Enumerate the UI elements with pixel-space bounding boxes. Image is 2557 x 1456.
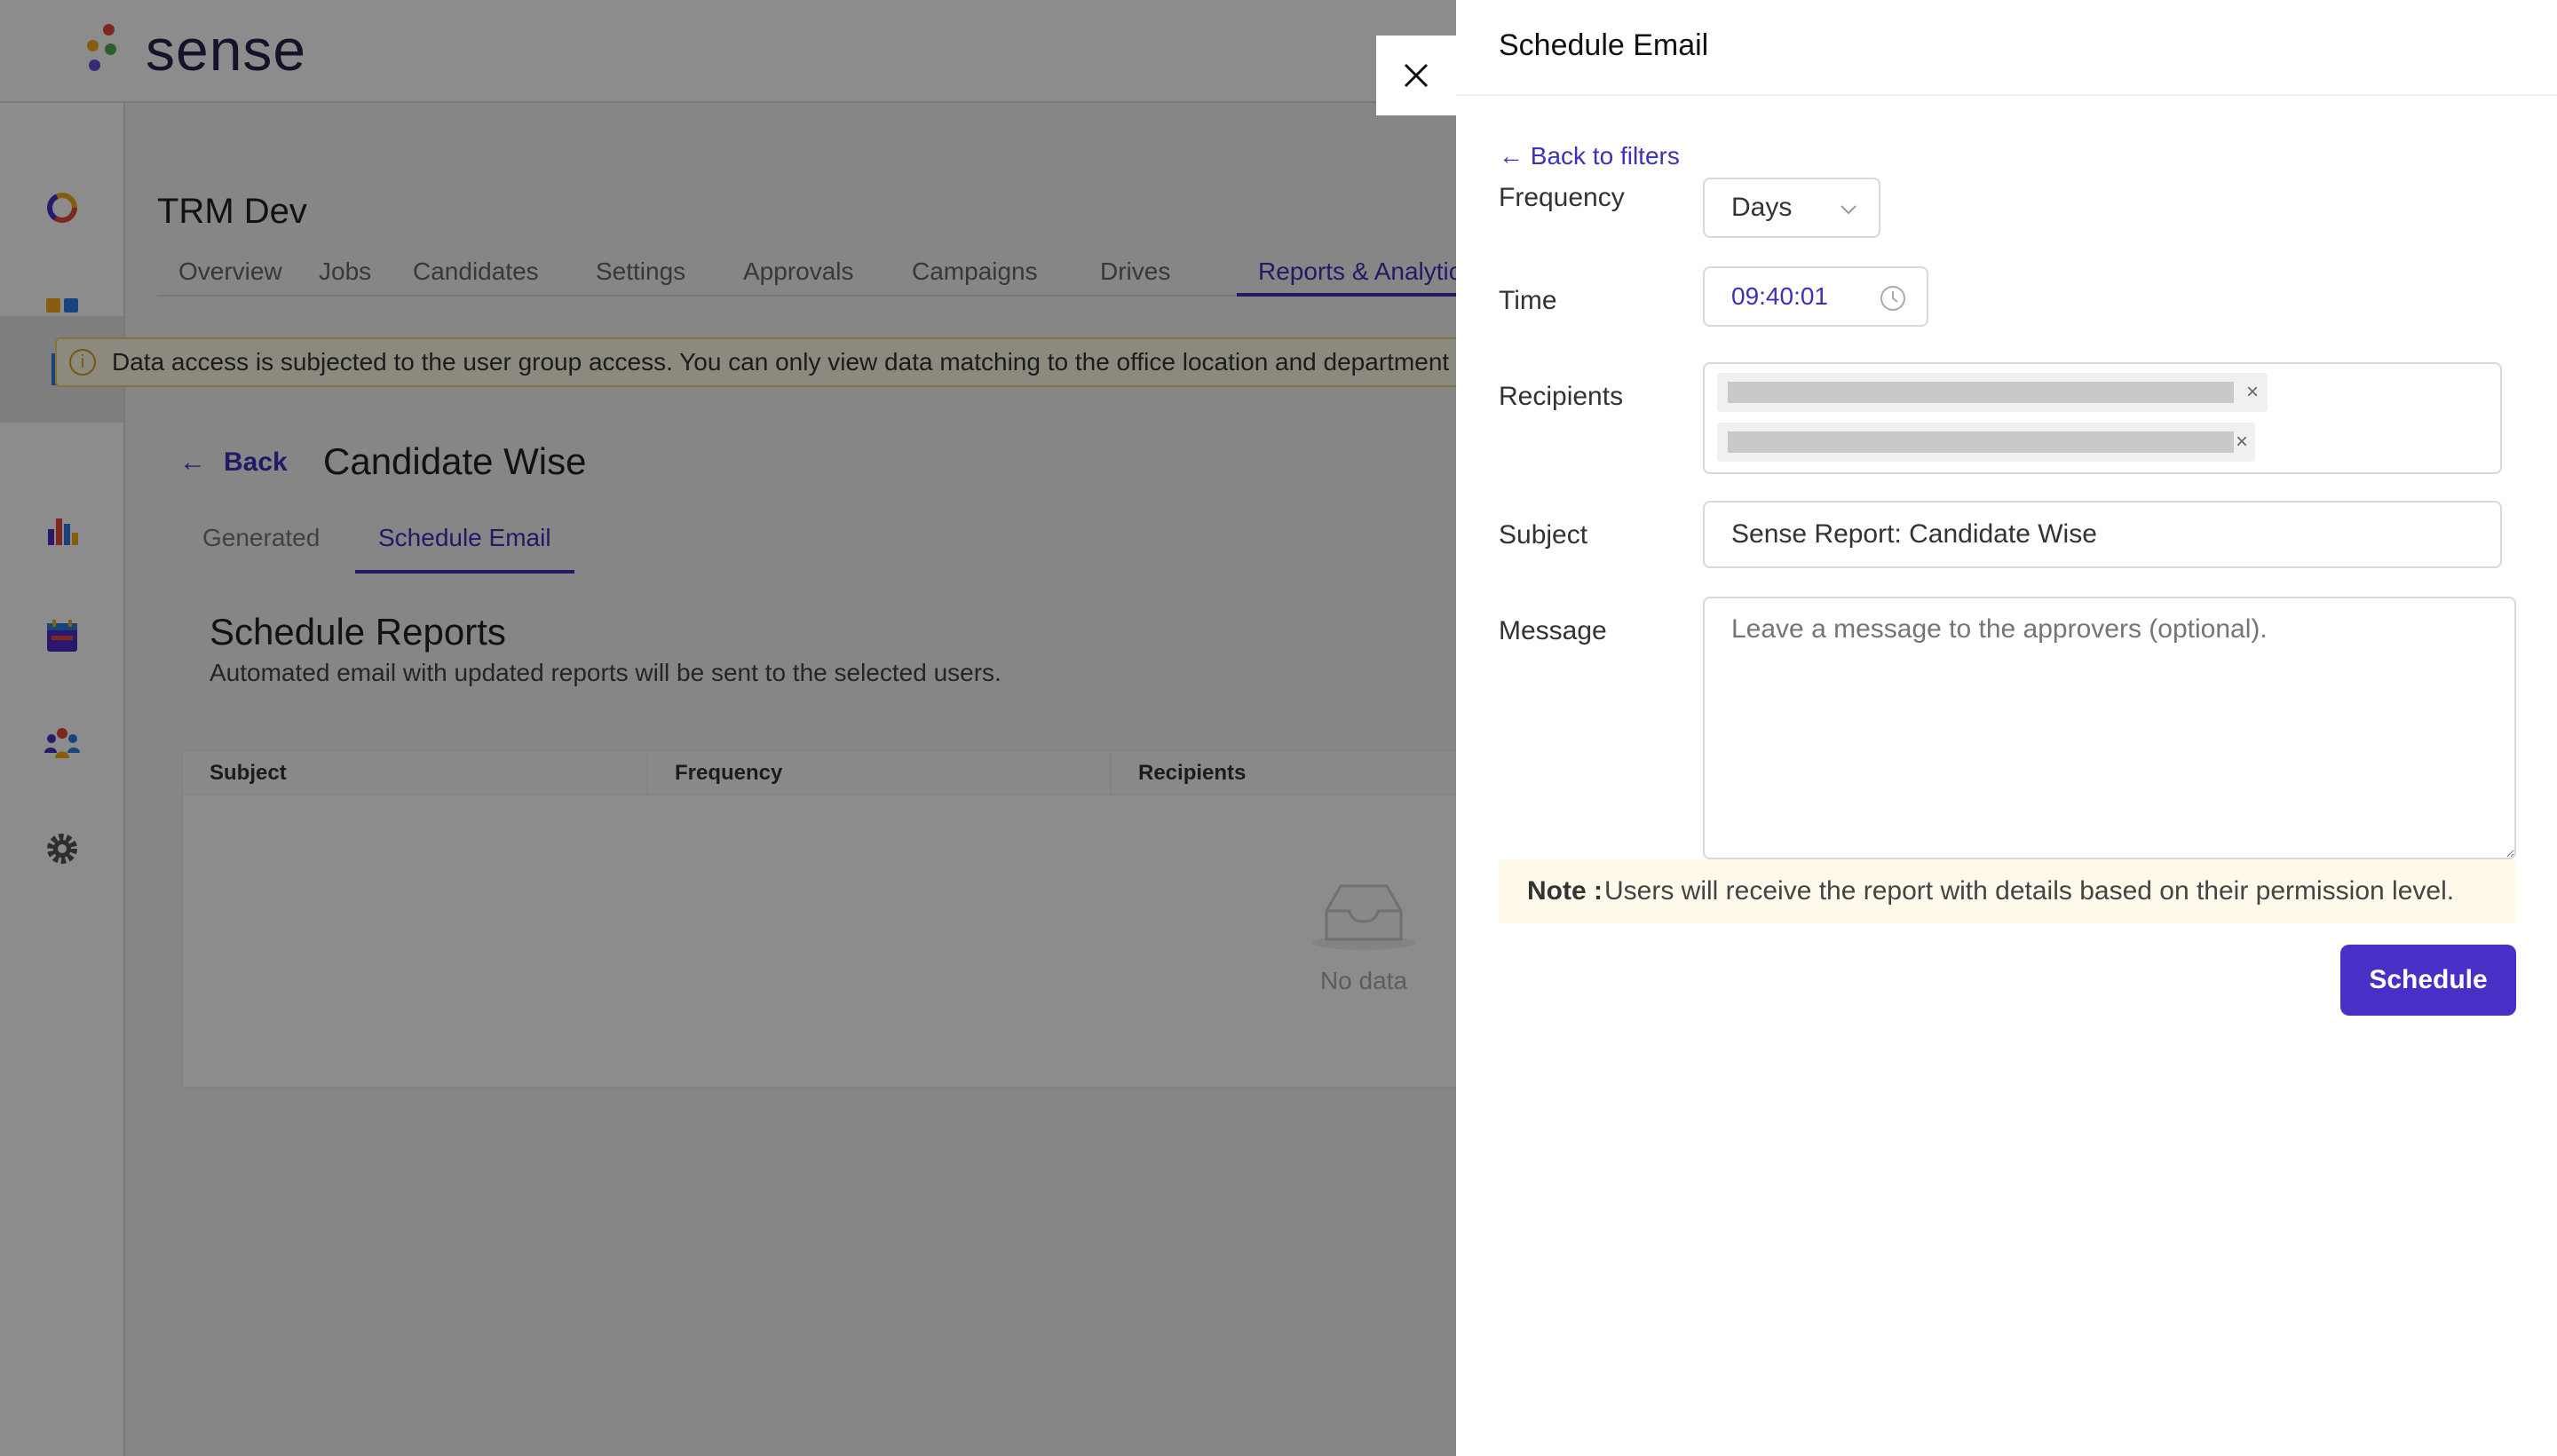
time-picker[interactable]: 09:40:01 <box>1703 266 1928 327</box>
chevron-down-icon <box>1841 205 1856 215</box>
frequency-select[interactable]: Days <box>1703 178 1880 238</box>
frequency-label: Frequency <box>1499 183 1625 212</box>
recipient-chip: × <box>1717 423 2255 462</box>
schedule-button[interactable]: Schedule <box>2340 945 2516 1016</box>
subject-input[interactable]: Sense Report: Candidate Wise <box>1703 501 2502 568</box>
permission-note: Note : Users will receive the report wit… <box>1499 859 2516 923</box>
time-value: 09:40:01 <box>1731 282 1828 310</box>
remove-recipient-icon[interactable]: × <box>2236 430 2248 455</box>
message-textarea[interactable] <box>1703 597 2516 859</box>
clock-icon <box>1880 286 1905 311</box>
schedule-email-drawer: Schedule Email ← Back to filters Frequen… <box>1456 0 2557 1456</box>
back-to-filters-label: Back to filters <box>1530 142 1680 170</box>
redacted-recipient <box>1728 431 2234 453</box>
subject-label: Subject <box>1499 520 1588 550</box>
close-drawer-button[interactable] <box>1376 36 1456 115</box>
remove-recipient-icon[interactable]: × <box>2246 380 2259 405</box>
recipients-select[interactable]: × × <box>1703 362 2502 474</box>
recipient-chip: × <box>1717 373 2268 412</box>
close-icon <box>1404 63 1429 88</box>
message-label: Message <box>1499 616 1607 645</box>
time-label: Time <box>1499 286 1557 315</box>
back-to-filters-link[interactable]: ← Back to filters <box>1499 142 1680 170</box>
recipients-label: Recipients <box>1499 382 1624 411</box>
note-prefix: Note : <box>1527 876 1603 906</box>
subject-value: Sense Report: Candidate Wise <box>1731 519 2097 549</box>
drawer-title: Schedule Email <box>1499 28 1709 62</box>
modal-overlay[interactable] <box>0 0 1456 1456</box>
redacted-recipient <box>1728 382 2234 403</box>
arrow-left-icon: ← <box>1499 142 1524 170</box>
frequency-value: Days <box>1731 193 1793 222</box>
note-text: Users will receive the report with detai… <box>1604 876 2455 906</box>
drawer-header: Schedule Email <box>1456 0 2557 96</box>
